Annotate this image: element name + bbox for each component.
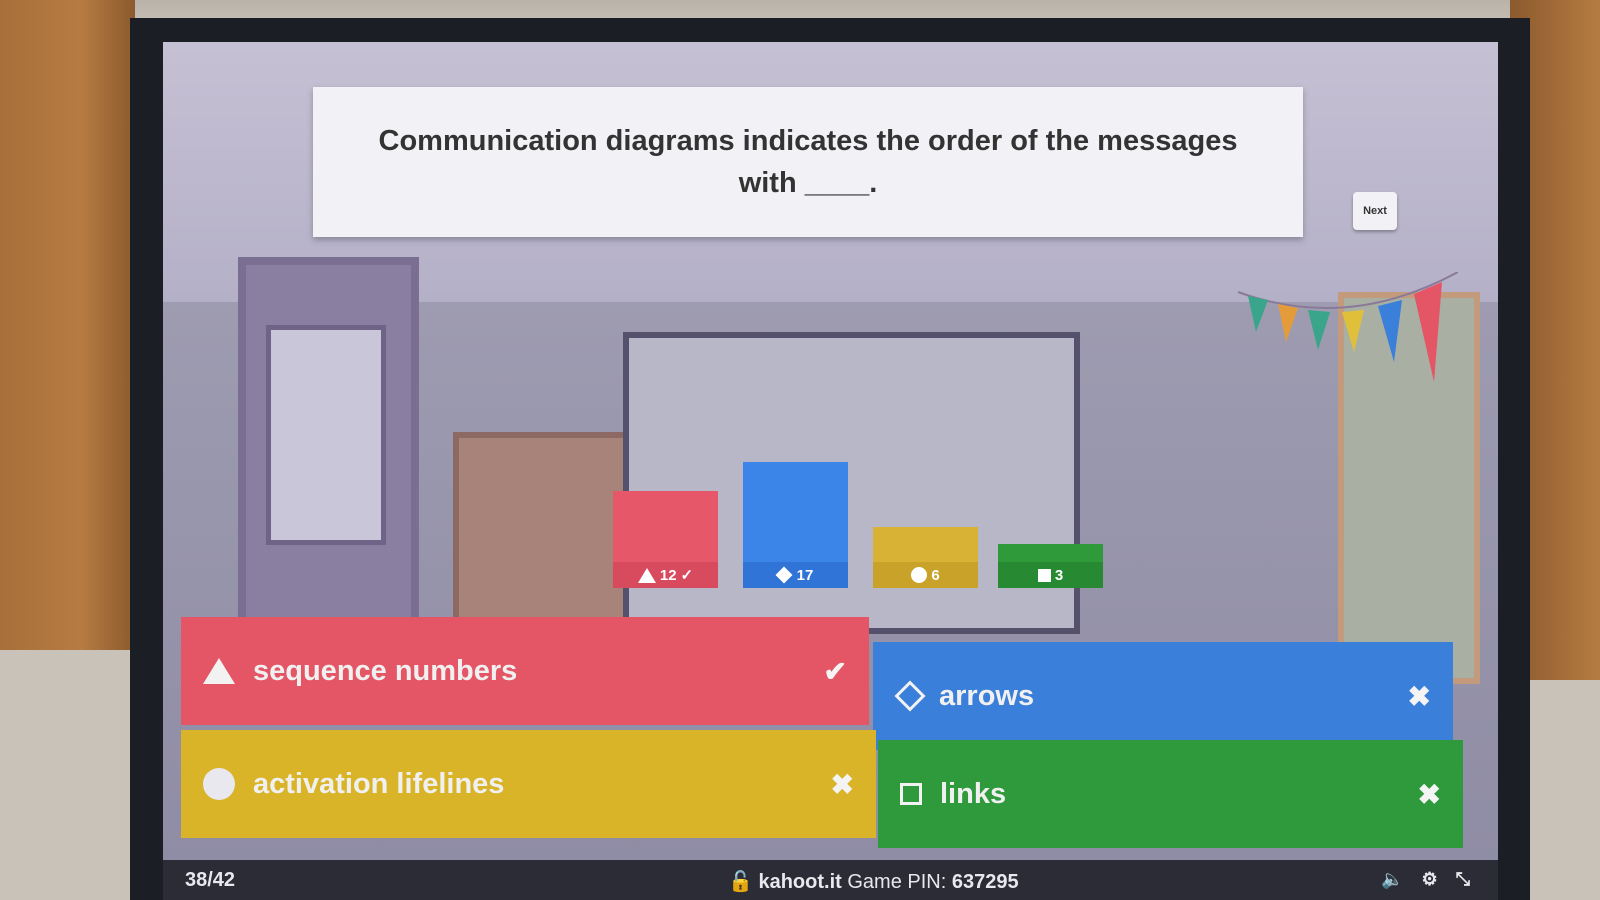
result-count: 3 xyxy=(1054,566,1064,584)
incorrect-cross-icon: ✖ xyxy=(830,768,854,800)
result-bar-circle: 6 xyxy=(873,527,978,588)
pin-value: 637295 xyxy=(951,871,1019,893)
result-bar-fill xyxy=(613,491,718,562)
answer-label: sequence numbers xyxy=(253,654,518,687)
fullscreen-exit-icon[interactable]: ⤡ xyxy=(1456,869,1470,890)
answer-option-circle[interactable]: activation lifelines ✖ xyxy=(181,730,876,838)
question-text: Communication diagrams indicates the ord… xyxy=(378,124,1238,199)
site-name: kahoot.it xyxy=(758,871,842,893)
answer-option-square[interactable]: links ✖ xyxy=(878,740,1463,848)
room-wall-left xyxy=(0,0,135,900)
triangle-icon xyxy=(203,658,235,684)
result-bar-square: 3 xyxy=(998,544,1103,588)
background-bunting xyxy=(1238,272,1458,382)
result-bar-label: 6 xyxy=(873,562,978,588)
result-bar-label: 3 xyxy=(998,562,1103,588)
result-bar-fill xyxy=(873,527,978,562)
answer-label: arrows xyxy=(939,679,1035,712)
result-bar-label: 17 xyxy=(743,562,848,588)
question-progress: 38/42 xyxy=(185,869,236,891)
answer-label: activation lifelines xyxy=(253,767,505,800)
result-count: 12 xyxy=(659,566,677,584)
result-bar-label: 12 ✓ xyxy=(613,562,718,588)
answer-label: links xyxy=(940,777,1007,810)
square-icon xyxy=(900,783,922,805)
footer-bar: 38/42 🔓 kahoot.it Game PIN: 637295 🔈 ⚙ ⤡ xyxy=(163,860,1498,900)
background-corkboard xyxy=(453,432,635,629)
result-count: 6 xyxy=(931,566,940,584)
triangle-icon xyxy=(637,567,656,583)
result-count: 17 xyxy=(796,566,814,584)
pin-label: Game PIN: xyxy=(847,871,947,893)
square-icon xyxy=(1037,568,1051,582)
result-bar-fill xyxy=(743,462,848,562)
circle-icon xyxy=(911,567,928,583)
correct-check-icon: ✔ xyxy=(823,655,847,687)
result-bar-fill xyxy=(998,544,1103,562)
diamond-icon xyxy=(894,680,926,712)
answer-option-triangle[interactable]: sequence numbers ✔ xyxy=(181,617,869,725)
next-button[interactable]: Next xyxy=(1353,192,1397,230)
incorrect-cross-icon: ✖ xyxy=(1417,778,1441,810)
answer-option-diamond[interactable]: arrows ✖ xyxy=(873,642,1453,750)
circle-icon xyxy=(203,768,235,800)
result-bar-diamond: 17 xyxy=(743,462,848,588)
diamond-icon xyxy=(775,566,793,584)
footer-controls: 🔈 ⚙ ⤡ xyxy=(1381,869,1470,890)
game-pin: 🔓 kahoot.it Game PIN: 637295 xyxy=(728,869,1019,894)
question-banner: Communication diagrams indicates the ord… xyxy=(313,87,1303,237)
kahoot-screen: Communication diagrams indicates the ord… xyxy=(163,42,1498,900)
background-whiteboard xyxy=(623,332,1080,634)
volume-icon[interactable]: 🔈 xyxy=(1381,869,1403,890)
lock-icon: 🔓 xyxy=(728,871,753,893)
incorrect-cross-icon: ✖ xyxy=(1407,680,1431,712)
next-button-label: Next xyxy=(1363,205,1387,217)
check-icon: ✓ xyxy=(680,567,694,584)
result-bar-triangle: 12 ✓ xyxy=(613,491,718,588)
settings-icon[interactable]: ⚙ xyxy=(1421,869,1437,890)
